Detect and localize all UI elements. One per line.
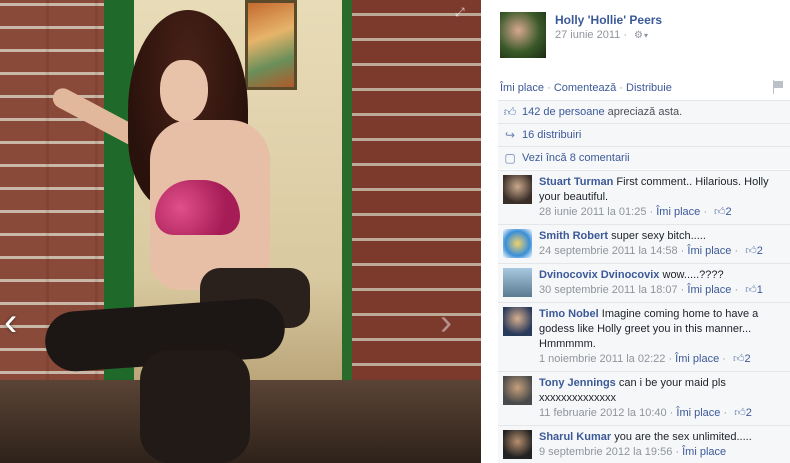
like-count[interactable]: 2: [746, 407, 752, 419]
post-meta: 27 iunie 2011 · ⚙▾: [555, 29, 648, 41]
like-count[interactable]: 1: [757, 284, 763, 296]
gear-icon[interactable]: ⚙: [634, 30, 643, 41]
comment-author[interactable]: Dvinocovix Dvinocovix: [539, 269, 659, 281]
expand-icon[interactable]: ⤢: [455, 5, 469, 19]
shares-link[interactable]: 16 distribuiri: [522, 129, 581, 141]
chevron-right-icon[interactable]: ›: [440, 302, 464, 342]
likes-link[interactable]: 142 de persoane: [522, 106, 605, 118]
chevron-left-icon[interactable]: ‹: [4, 300, 32, 344]
comment-like-button[interactable]: Îmi place: [676, 407, 720, 419]
avatar[interactable]: [503, 229, 532, 258]
comment-author[interactable]: Stuart Turman: [539, 176, 613, 188]
thumbs-up-icon: 👍︎: [745, 245, 757, 257]
comment-text: you are the sex unlimited.....: [614, 431, 752, 443]
like-button[interactable]: Îmi place: [500, 82, 544, 94]
comment-author[interactable]: Sharul Kumar: [539, 431, 611, 443]
likes-row: 👍︎ 142 de persoane apreciază asta.: [498, 100, 790, 123]
list-item: Dvinocovix Dvinocovix wow.....???? 30 se…: [498, 263, 790, 302]
thumbs-up-icon: 👍︎: [745, 284, 757, 296]
list-item: Stuart Turman First comment.. Hilarious.…: [498, 170, 790, 224]
comment-author[interactable]: Tony Jennings: [539, 377, 616, 389]
avatar[interactable]: [503, 268, 532, 297]
list-item: Tony Jennings can i be your maid pls xxx…: [498, 371, 790, 425]
thumbs-up-icon: 👍︎: [503, 105, 517, 119]
comment-date[interactable]: 1 noiembrie 2011 la 02:22: [539, 353, 665, 365]
post-date[interactable]: 27 iunie 2011: [555, 29, 620, 41]
photo-sidebar: Holly 'Hollie' Peers 27 iunie 2011 · ⚙▾ …: [481, 0, 790, 463]
comment-text: super sexy bitch.....: [611, 230, 706, 242]
chevron-down-icon[interactable]: ▾: [644, 31, 648, 40]
list-item: Timo Nobel Imagine coming home to have a…: [498, 302, 790, 371]
comment-like-button[interactable]: Îmi place: [656, 206, 700, 218]
author-name[interactable]: Holly 'Hollie' Peers: [555, 13, 662, 27]
like-count[interactable]: 2: [726, 206, 732, 218]
avatar[interactable]: [503, 430, 532, 459]
photo-figure-face: [160, 60, 208, 122]
comment-like-button[interactable]: Îmi place: [687, 284, 731, 296]
avatar[interactable]: [503, 376, 532, 405]
share-icon: ↪: [504, 128, 516, 142]
avatar[interactable]: [500, 12, 546, 58]
comment-author[interactable]: Smith Robert: [539, 230, 608, 242]
comment-like-button[interactable]: Îmi place: [687, 245, 731, 257]
list-item: Sharul Kumar you are the sex unlimited..…: [498, 425, 790, 463]
photo-figure-lingerie: [155, 180, 240, 235]
view-more-comments-link[interactable]: Vezi încă 8 comentarii: [522, 152, 630, 164]
action-separator: ·: [619, 82, 623, 94]
flag-icon[interactable]: [772, 80, 784, 94]
meta-separator: ·: [623, 29, 627, 41]
photo-viewer[interactable]: ‹ › ⤢: [0, 0, 481, 463]
comment-date[interactable]: 28 iunie 2011 la 01:25: [539, 206, 646, 218]
comment-date[interactable]: 30 septembrie 2011 la 18:07: [539, 284, 678, 296]
comment-date[interactable]: 11 februarie 2012 la 10:40: [539, 407, 667, 419]
photo-figure-leg-lower: [140, 350, 250, 463]
thumbs-up-icon: 👍︎: [714, 206, 726, 218]
list-item: Smith Robert super sexy bitch..... 24 se…: [498, 224, 790, 263]
comment-button[interactable]: Comentează: [554, 82, 616, 94]
like-count[interactable]: 2: [757, 245, 763, 257]
thumbs-up-icon: 👍︎: [732, 353, 745, 365]
action-separator: ·: [547, 82, 551, 94]
stained-glass-window: [245, 0, 297, 90]
post-header: Holly 'Hollie' Peers 27 iunie 2011 · ⚙▾: [500, 12, 780, 62]
comment-icon: ▢: [504, 151, 516, 165]
comment-like-button[interactable]: Îmi place: [682, 446, 726, 458]
post-actions: Îmi place · Comentează · Distribuie: [500, 82, 672, 94]
comment-like-button[interactable]: Îmi place: [675, 353, 719, 365]
like-count[interactable]: 2: [744, 353, 750, 365]
comment-list: Stuart Turman First comment.. Hilarious.…: [498, 170, 790, 463]
shares-row: ↪ 16 distribuiri: [498, 123, 790, 146]
view-more-row: ▢ Vezi încă 8 comentarii: [498, 146, 790, 169]
feedback-box: 👍︎ 142 de persoane apreciază asta. ↪ 16 …: [498, 100, 790, 169]
avatar[interactable]: [503, 175, 532, 204]
likes-text: apreciază asta.: [607, 106, 683, 118]
comment-text: wow.....????: [662, 269, 724, 281]
comment-author[interactable]: Timo Nobel: [539, 308, 599, 320]
comment-date[interactable]: 24 septembrie 2011 la 14:58: [539, 245, 678, 257]
thumbs-up-icon: 👍︎: [734, 407, 746, 419]
avatar[interactable]: [503, 307, 532, 336]
comment-date[interactable]: 9 septembrie 2012 la 19:56: [539, 446, 672, 458]
share-button[interactable]: Distribuie: [626, 82, 672, 94]
